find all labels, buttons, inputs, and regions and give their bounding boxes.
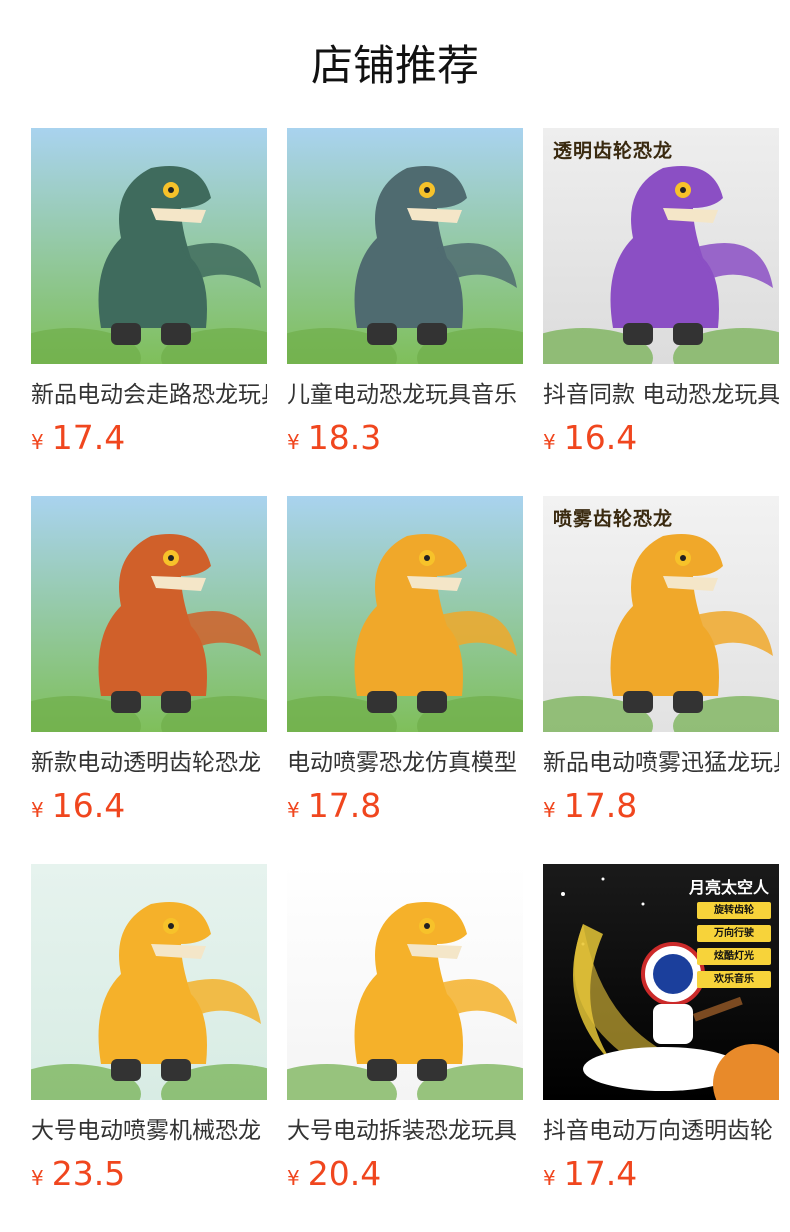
product-image-graphic <box>31 128 267 364</box>
feature-badge: 欢乐音乐 <box>697 971 771 988</box>
product-name[interactable]: 抖音电动万向透明齿轮 <box>543 1114 779 1148</box>
feature-badge: 旋转齿轮 <box>697 902 771 919</box>
price-value: 23.5 <box>51 1154 126 1193</box>
product-name[interactable]: 抖音同款 电动恐龙玩具 <box>543 378 779 412</box>
product-price: ¥17.8 <box>287 786 381 826</box>
currency-symbol: ¥ <box>287 798 300 822</box>
product-image-graphic <box>31 864 267 1100</box>
product-name[interactable]: 新款电动透明齿轮恐龙 <box>31 746 267 780</box>
currency-symbol: ¥ <box>31 430 44 454</box>
image-caption: 月亮太空人 <box>688 878 769 897</box>
currency-symbol: ¥ <box>543 798 556 822</box>
product-price: ¥20.4 <box>287 1154 381 1194</box>
section-title: 店铺推荐 <box>310 41 479 90</box>
product-image-graphic <box>543 128 779 364</box>
feature-badge: 万向行驶 <box>697 925 771 942</box>
product-name[interactable]: 新品电动会走路恐龙玩具 <box>31 378 267 412</box>
feature-badge: 炫酷灯光 <box>697 948 771 965</box>
product-image-graphic <box>287 128 523 364</box>
price-value: 16.4 <box>51 786 126 825</box>
price-value: 17.8 <box>307 786 382 825</box>
currency-symbol: ¥ <box>31 798 44 822</box>
product-price: ¥16.4 <box>31 786 125 826</box>
product-name[interactable]: 大号电动拆装恐龙玩具 <box>287 1114 523 1148</box>
currency-symbol: ¥ <box>31 1166 44 1190</box>
product-image[interactable] <box>287 496 523 732</box>
product-name[interactable]: 电动喷雾恐龙仿真模型 <box>287 746 523 780</box>
currency-symbol: ¥ <box>543 1166 556 1190</box>
product-image[interactable]: 透明齿轮恐龙 <box>543 128 779 364</box>
currency-symbol: ¥ <box>543 430 556 454</box>
product-image[interactable]: 喷雾齿轮恐龙 <box>543 496 779 732</box>
price-value: 17.4 <box>563 1154 638 1193</box>
feature-badges: 旋转齿轮万向行驶炫酷灯光欢乐音乐 <box>697 902 771 994</box>
product-price: ¥17.8 <box>543 786 637 826</box>
product-image-graphic <box>31 496 267 732</box>
product-price: ¥17.4 <box>31 418 125 458</box>
product-name[interactable]: 新品电动喷雾迅猛龙玩具 <box>543 746 779 780</box>
product-image-graphic <box>287 496 523 732</box>
product-image[interactable] <box>31 864 267 1100</box>
price-value: 17.8 <box>563 786 638 825</box>
product-image[interactable] <box>31 128 267 364</box>
image-caption: 喷雾齿轮恐龙 <box>553 508 674 530</box>
product-name[interactable]: 大号电动喷雾机械恐龙 <box>31 1114 267 1148</box>
price-value: 18.3 <box>307 418 382 457</box>
product-price: ¥16.4 <box>543 418 637 458</box>
product-image[interactable] <box>287 864 523 1100</box>
product-name[interactable]: 儿童电动恐龙玩具音乐 <box>287 378 523 412</box>
product-price: ¥17.4 <box>543 1154 637 1194</box>
product-price: ¥23.5 <box>31 1154 125 1194</box>
product-image-graphic <box>287 864 523 1100</box>
price-value: 17.4 <box>51 418 126 457</box>
product-image-graphic <box>543 496 779 732</box>
product-image[interactable] <box>31 496 267 732</box>
currency-symbol: ¥ <box>287 430 300 454</box>
price-value: 20.4 <box>307 1154 382 1193</box>
image-caption: 透明齿轮恐龙 <box>553 140 674 162</box>
currency-symbol: ¥ <box>287 1166 300 1190</box>
price-value: 16.4 <box>563 418 638 457</box>
product-image[interactable] <box>287 128 523 364</box>
product-image[interactable]: 月亮太空人旋转齿轮万向行驶炫酷灯光欢乐音乐 <box>543 864 779 1100</box>
product-price: ¥18.3 <box>287 418 381 458</box>
